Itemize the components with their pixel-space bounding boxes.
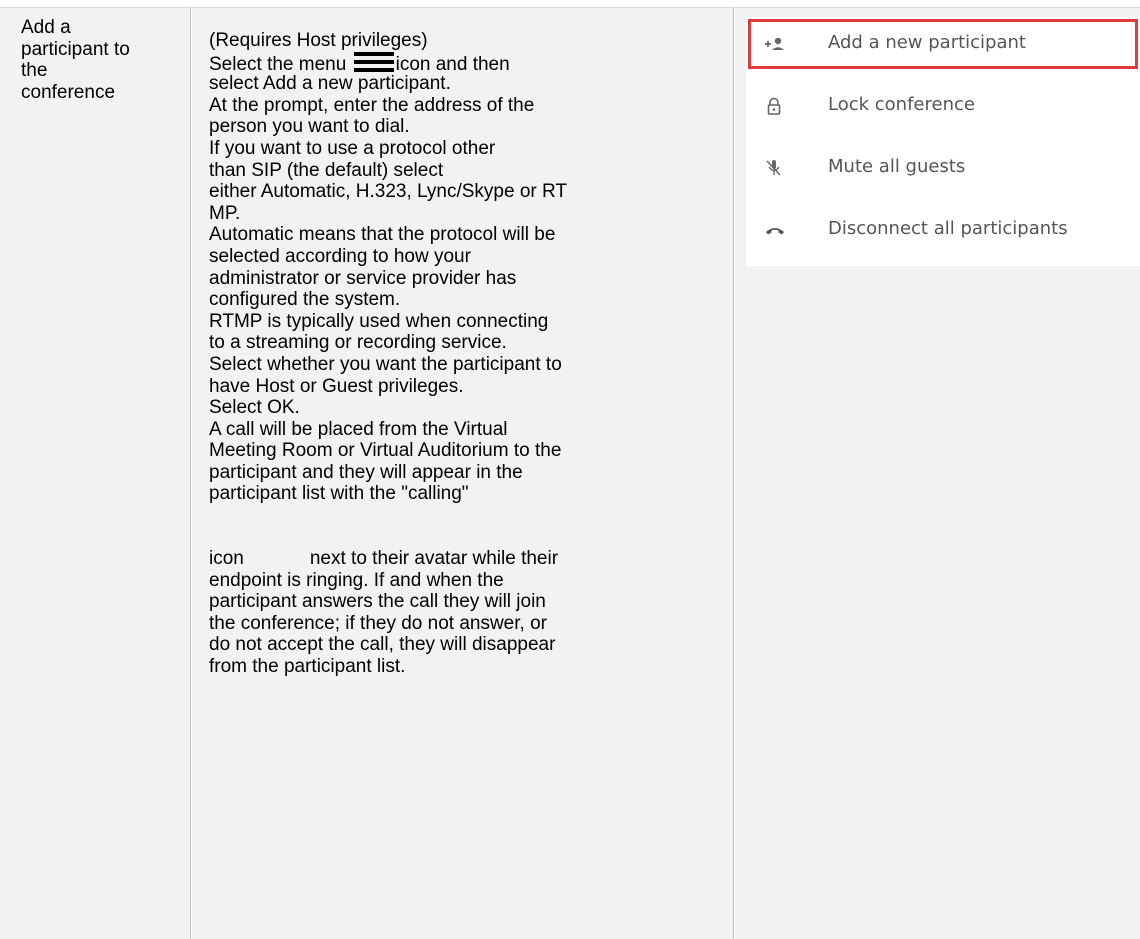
- description-line: Automatic means that the protocol will b…: [209, 224, 556, 246]
- menu-item-label: Lock conference: [828, 94, 975, 115]
- phone-hangup-icon: [764, 221, 784, 239]
- menu-line-after: icon and then: [395, 53, 510, 75]
- menu-item-add-participant[interactable]: Add a new participant: [746, 17, 1140, 71]
- mic-off-icon: [764, 159, 784, 177]
- description-line: Select OK.: [209, 397, 300, 419]
- description-line: At the prompt, enter the address of the: [209, 94, 535, 116]
- row-label-line: participant to: [21, 38, 130, 60]
- description-line: participant list with the "calling": [209, 483, 469, 505]
- add-participant-icon: [764, 35, 784, 53]
- description-line: do not accept the call, they will disapp…: [209, 634, 556, 656]
- description-line: (Requires Host privileges): [209, 30, 428, 51]
- description-line: to a streaming or recording service.: [209, 332, 507, 354]
- calling-icon-space: [209, 505, 729, 548]
- row-label-line: conference: [21, 81, 116, 103]
- description-line: from the participant list.: [209, 656, 406, 678]
- hamburger-menu-icon: [353, 51, 394, 72]
- menu-item-mute-all-guests[interactable]: Mute all guests: [746, 141, 1140, 195]
- description-text: (Requires Host privileges) Select the me…: [209, 30, 729, 678]
- description-line: Select whether you want the participant …: [209, 353, 562, 375]
- description-line: MP.: [209, 202, 241, 224]
- description-line: endpoint is ringing. If and when the: [209, 569, 504, 591]
- row-label: Add a participant to the conference: [21, 17, 181, 103]
- description-line: If you want to use a protocol other: [209, 137, 496, 159]
- menu-item-label: Add a new participant: [828, 32, 1026, 53]
- description-line: select Add a new participant.: [209, 73, 451, 95]
- label-cell: [0, 7, 191, 939]
- icon-line-before: icon: [209, 548, 244, 570]
- menu-line-before: Select the menu: [209, 53, 347, 75]
- description-line-icon: icon next to their avatar while their: [209, 548, 729, 570]
- menu-item-label: Mute all guests: [828, 156, 966, 177]
- menu-item-lock-conference[interactable]: Lock conference: [746, 79, 1140, 133]
- description-line: selected according to how your: [209, 245, 471, 267]
- description-line: than SIP (the default) select: [209, 159, 444, 181]
- description-line: participant answers the call they will j…: [209, 591, 546, 613]
- description-line-menu: Select the menu icon and then: [209, 51, 729, 75]
- icon-line-after: next to their avatar while their: [309, 548, 559, 570]
- description-line: Meeting Room or Virtual Auditorium to th…: [209, 440, 562, 462]
- description-line: administrator or service provider has: [209, 267, 517, 289]
- menu-item-disconnect-all[interactable]: Disconnect all participants: [746, 203, 1140, 257]
- description-line: A call will be placed from the Virtual: [209, 418, 508, 440]
- description-line: RTMP is typically used when connecting: [209, 310, 549, 332]
- description-line: person you want to dial.: [209, 116, 410, 138]
- description-line: either Automatic, H.323, Lync/Skype or R…: [209, 181, 568, 203]
- description-line: have Host or Guest privileges.: [209, 375, 464, 397]
- lock-icon: [764, 97, 784, 115]
- description-line: participant and they will appear in the: [209, 461, 523, 483]
- conference-menu-screenshot: Add a new participant Lock conference Mu…: [746, 17, 1140, 266]
- menu-item-label: Disconnect all participants: [828, 218, 1068, 239]
- description-line: the conference; if they do not answer, o…: [209, 612, 547, 634]
- row-label-line: Add a: [21, 17, 71, 38]
- description-line: configured the system.: [209, 289, 401, 311]
- row-label-line: the: [21, 60, 48, 82]
